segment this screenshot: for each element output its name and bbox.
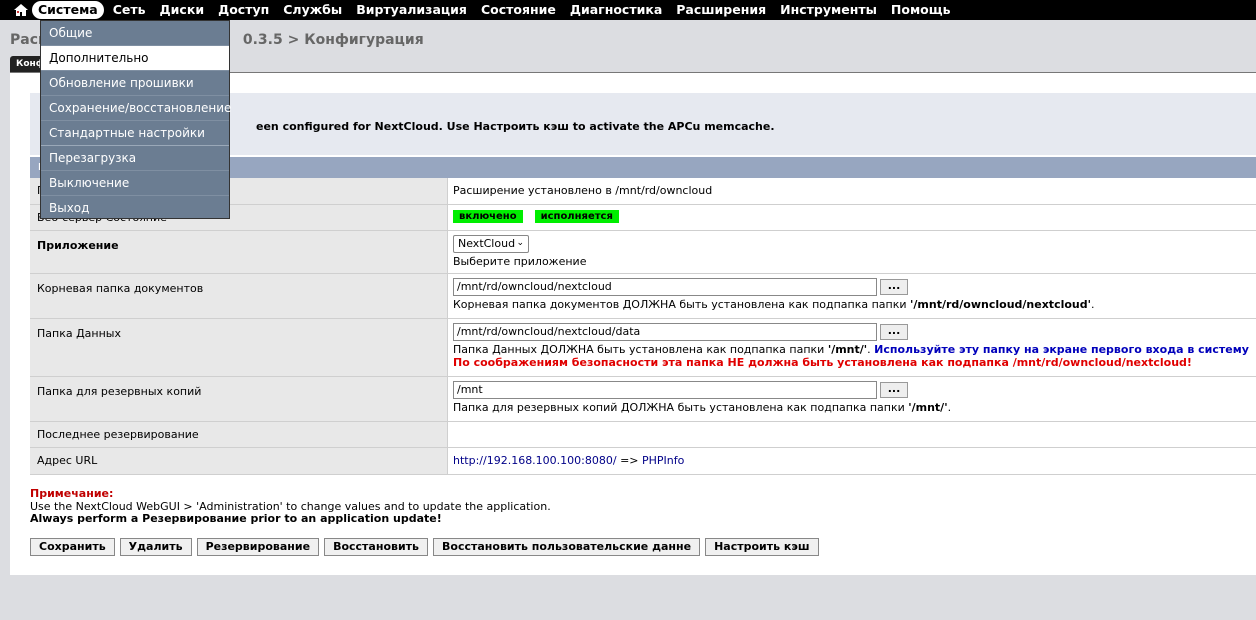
application-hint: Выберите приложение bbox=[453, 255, 587, 268]
hint-text: Папка для резервных копий ДОЛЖНА быть ус… bbox=[453, 401, 909, 414]
backup-folder-input[interactable]: /mnt bbox=[453, 381, 877, 399]
status-badge-enabled: включено bbox=[453, 210, 523, 223]
nav-disks[interactable]: Диски bbox=[153, 0, 212, 20]
nav-status[interactable]: Состояние bbox=[474, 0, 563, 20]
row-label: Папка для резервных копий bbox=[30, 376, 448, 422]
hint-text: Папка Данных ДОЛЖНА быть установлена как… bbox=[453, 343, 828, 356]
configure-cache-button[interactable]: Настроить кэш bbox=[705, 538, 819, 556]
backup-button[interactable]: Резервирование bbox=[196, 538, 320, 556]
hint-blue: Используйте эту папку на экране первого … bbox=[874, 343, 1249, 356]
last-backup-value bbox=[447, 421, 1256, 448]
restore-user-data-button[interactable]: Восстановить пользовательские данне bbox=[433, 538, 701, 556]
action-buttons: Сохранить Удалить Резервирование Восстан… bbox=[30, 538, 819, 556]
hint-path: '/mnt/' bbox=[908, 401, 948, 414]
row-label: Последнее резервирование bbox=[30, 421, 448, 448]
nav-extensions[interactable]: Расширения bbox=[669, 0, 773, 20]
row-label: Папка Данных bbox=[30, 318, 448, 377]
menu-item-advanced[interactable]: Дополнительно bbox=[41, 45, 229, 70]
backup-folder-hint: Папка для резервных копий ДОЛЖНА быть ус… bbox=[453, 401, 1251, 414]
home-icon[interactable] bbox=[12, 0, 30, 20]
note-line-2: Always perform a Резервирование prior to… bbox=[30, 512, 442, 525]
system-dropdown-menu: Общие Дополнительно Обновление прошивки … bbox=[40, 20, 231, 220]
row-label: Адрес URL bbox=[30, 447, 448, 475]
docroot-input[interactable]: /mnt/rd/owncloud/nextcloud bbox=[453, 278, 877, 296]
table-row: Папка Данных /mnt/rd/owncloud/nextcloud/… bbox=[30, 318, 1256, 377]
table-row: Папка для резервных копий /mnt... Папка … bbox=[30, 376, 1256, 422]
note-block: Примечание: Use the NextCloud WebGUI > '… bbox=[30, 487, 551, 526]
save-button[interactable]: Сохранить bbox=[30, 538, 115, 556]
menu-item-firmware-update[interactable]: Обновление прошивки bbox=[41, 70, 229, 95]
menu-item-factory-defaults[interactable]: Стандартные настройки bbox=[41, 120, 229, 145]
menu-item-backup-restore[interactable]: Сохранение/восстановление bbox=[41, 95, 231, 120]
table-row: Корневая папка документов /mnt/rd/ownclo… bbox=[30, 273, 1256, 319]
nav-help[interactable]: Помощь bbox=[884, 0, 958, 20]
nav-services[interactable]: Службы bbox=[276, 0, 349, 20]
phpinfo-link[interactable]: PHPInfo bbox=[642, 454, 684, 467]
chevron-down-icon: ⌄ bbox=[516, 238, 524, 248]
backup-folder-browse-button[interactable]: ... bbox=[880, 382, 908, 398]
nav-system[interactable]: Система bbox=[32, 1, 104, 19]
nav-network[interactable]: Сеть bbox=[106, 0, 153, 20]
url-link[interactable]: http://192.168.100.100:8080/ bbox=[453, 454, 617, 467]
nav-tools[interactable]: Инструменты bbox=[773, 0, 884, 20]
hint-end: . bbox=[947, 401, 952, 414]
table-row: Адрес URL http://192.168.100.100:8080/ =… bbox=[30, 447, 1256, 475]
security-warning: По соображениям безопасности эта папка Н… bbox=[453, 356, 1192, 369]
restore-button[interactable]: Восстановить bbox=[324, 538, 428, 556]
table-row: Приложение NextCloud ⌄ Выберите приложени… bbox=[30, 230, 1256, 274]
hint-text: Корневая папка документов ДОЛЖНА быть ус… bbox=[453, 298, 911, 311]
menu-item-general[interactable]: Общие bbox=[41, 21, 229, 45]
hint-path: '/mnt/' bbox=[827, 343, 868, 356]
docroot-hint: Корневая папка документов ДОЛЖНА быть ус… bbox=[453, 298, 1251, 311]
breadcrumb-right: 0.3.5 > Конфигурация bbox=[242, 32, 424, 48]
application-select-value: NextCloud bbox=[458, 237, 516, 250]
data-folder-hint: Папка Данных ДОЛЖНА быть установлена как… bbox=[453, 343, 1251, 356]
top-navigation: Система Сеть Диски Доступ Службы Виртуал… bbox=[0, 0, 1256, 20]
docroot-browse-button[interactable]: ... bbox=[880, 279, 908, 295]
note-title: Примечание: bbox=[30, 487, 114, 500]
info-text: een configured for NextCloud. Use Настро… bbox=[256, 120, 775, 133]
settings-table: П Расширение установлено в /mnt/rd/owncl… bbox=[30, 178, 1256, 475]
row-label: Приложение bbox=[30, 230, 448, 274]
menu-item-logout[interactable]: Выход bbox=[41, 195, 229, 220]
menu-item-reboot[interactable]: Перезагрузка bbox=[41, 145, 229, 170]
status-badge-running: исполняется bbox=[534, 210, 619, 223]
menu-item-shutdown[interactable]: Выключение bbox=[41, 170, 229, 195]
nav-virtualization[interactable]: Виртуализация bbox=[349, 0, 474, 20]
row-label: Корневая папка документов bbox=[30, 273, 448, 319]
table-row: Последнее резервирование bbox=[30, 421, 1256, 448]
url-arrow: => bbox=[616, 454, 643, 467]
nav-access[interactable]: Доступ bbox=[211, 0, 276, 20]
nav-diagnostics[interactable]: Диагностика bbox=[563, 0, 669, 20]
data-folder-input[interactable]: /mnt/rd/owncloud/nextcloud/data bbox=[453, 323, 877, 341]
extension-path-value: Расширение установлено в /mnt/rd/ownclou… bbox=[447, 178, 1256, 205]
hint-path: '/mnt/rd/owncloud/nextcloud' bbox=[910, 298, 1091, 311]
application-select[interactable]: NextCloud ⌄ bbox=[453, 235, 529, 253]
hint-end: . bbox=[1091, 298, 1095, 311]
data-folder-browse-button[interactable]: ... bbox=[880, 324, 908, 340]
delete-button[interactable]: Удалить bbox=[119, 538, 192, 556]
